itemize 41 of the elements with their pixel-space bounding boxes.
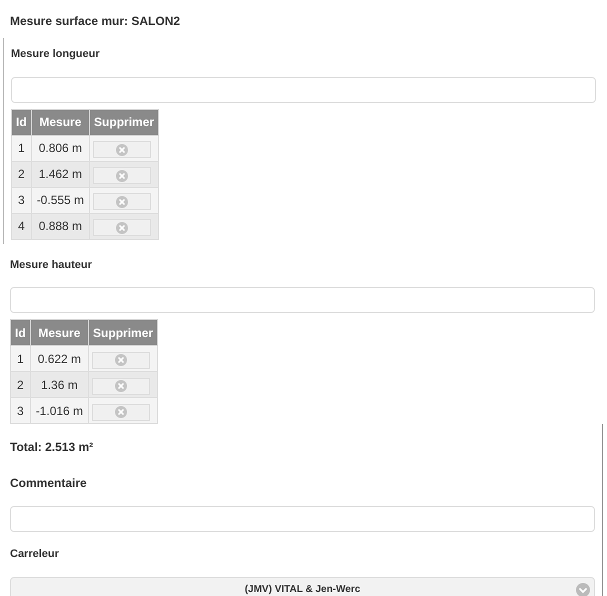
- table-cell: 4: [12, 213, 32, 239]
- delete-icon: [115, 354, 128, 366]
- table-cell: -0.555 m: [31, 187, 90, 213]
- column-header: Mesure: [31, 109, 90, 135]
- delete-button[interactable]: [92, 404, 150, 420]
- chevron-down-icon: [576, 582, 590, 596]
- delete-icon: [116, 196, 128, 208]
- column-header: Id: [10, 320, 30, 346]
- delete-icon: [115, 406, 128, 418]
- total-text: Total: 2.513 m²: [10, 439, 94, 456]
- section-label: Commentaire: [10, 475, 88, 492]
- delete-icon: [116, 170, 128, 182]
- column-header: Supprimer: [88, 320, 158, 346]
- delete-button[interactable]: [92, 378, 150, 394]
- delete-button[interactable]: [93, 193, 152, 210]
- delete-button[interactable]: [92, 352, 150, 368]
- table-cell: 3: [10, 398, 30, 424]
- select-dropdown[interactable]: (JMV) VITAL & Jen-Werc: [10, 576, 595, 596]
- table-cell: 2: [12, 161, 32, 187]
- delete-button[interactable]: [93, 167, 152, 184]
- page-title: Mesure surface mur: SALON2: [10, 13, 182, 30]
- table-cell: 0.888 m: [31, 213, 90, 239]
- table-cell: 1: [12, 135, 32, 161]
- table-cell: 3: [12, 187, 32, 213]
- delete-icon: [116, 144, 128, 156]
- input-field[interactable]: [11, 76, 596, 102]
- input-field[interactable]: [10, 287, 595, 313]
- table-cell: 0.806 m: [31, 135, 90, 161]
- delete-button[interactable]: [93, 141, 152, 158]
- delete-icon: [115, 380, 128, 392]
- delete-icon: [116, 222, 128, 234]
- column-header: Mesure: [30, 320, 89, 346]
- comment-field[interactable]: [10, 506, 595, 532]
- section-label: Mesure hauteur: [10, 258, 93, 272]
- column-header: Id: [12, 109, 32, 135]
- delete-button[interactable]: [93, 219, 152, 236]
- column-header: Supprimer: [90, 109, 159, 135]
- table-cell: -1.016 m: [30, 398, 89, 424]
- table-cell: 1.462 m: [31, 161, 90, 187]
- section-label: Mesure longueur: [11, 47, 101, 62]
- section-label: Carreleur: [10, 547, 60, 562]
